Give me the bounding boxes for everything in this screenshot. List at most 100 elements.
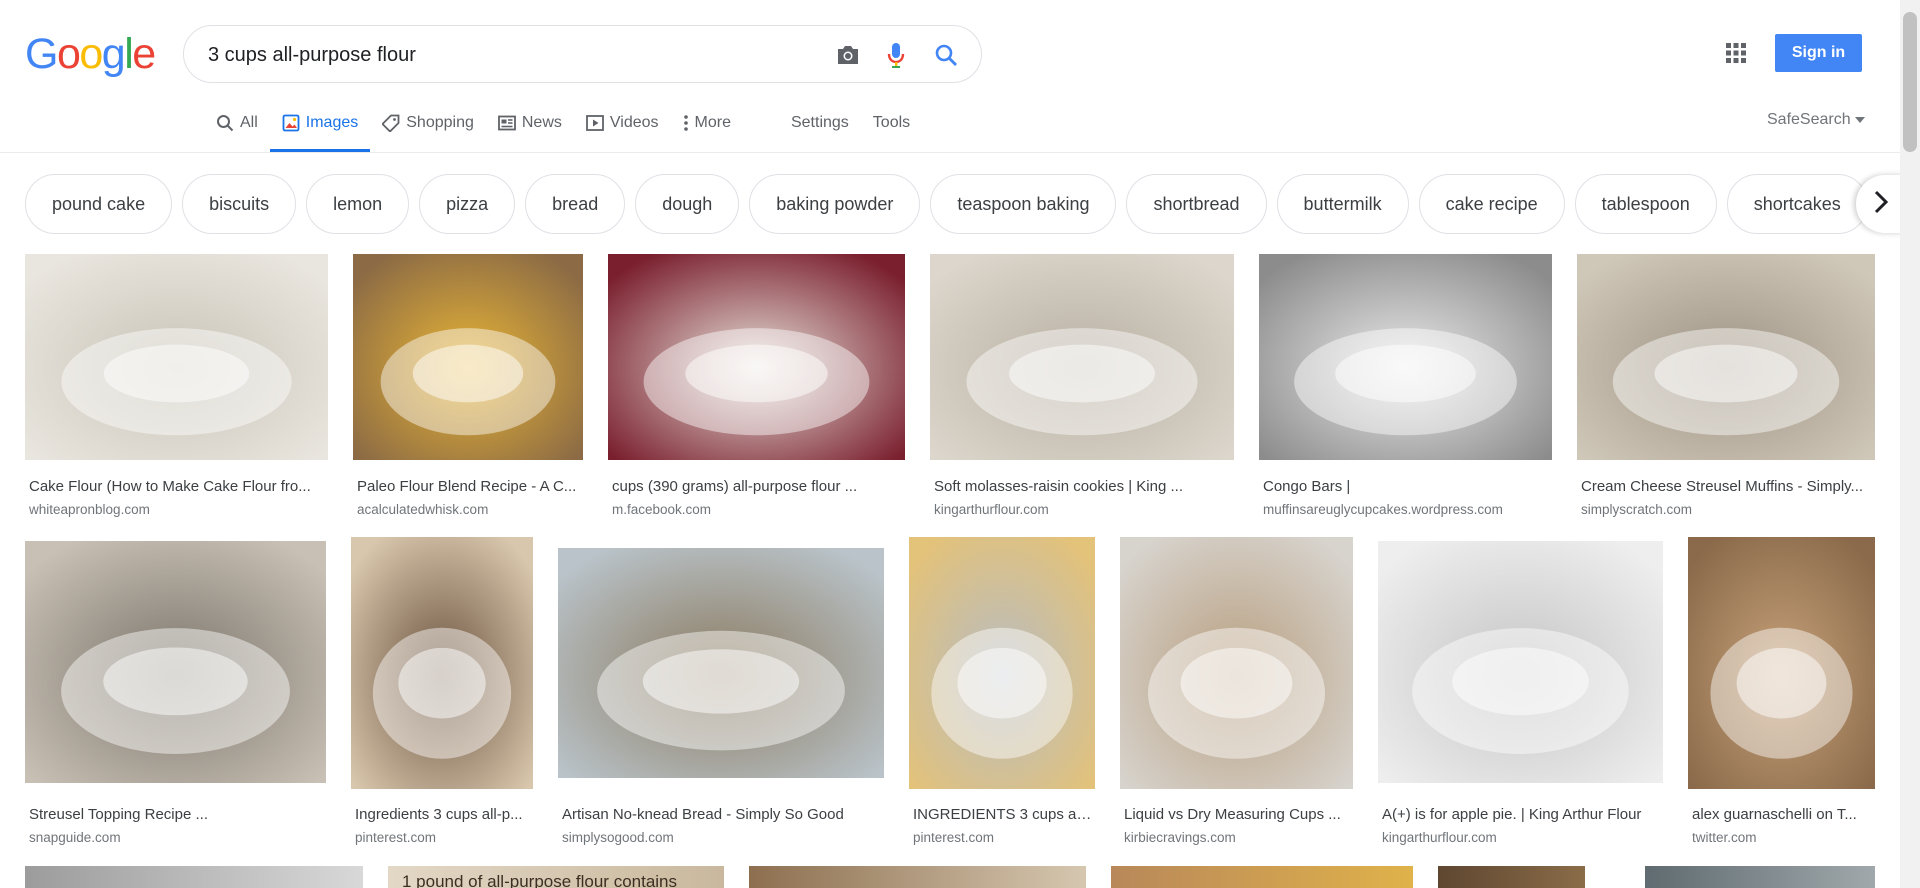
image-thumbnail[interactable] [351, 537, 533, 789]
tab-shopping[interactable]: Shopping [370, 104, 486, 152]
image-source[interactable]: whiteapronblog.com [29, 502, 326, 517]
related-search-chip[interactable]: lemon [306, 174, 410, 234]
related-search-chip[interactable]: shortbread [1126, 174, 1267, 234]
logo-letter: g [101, 30, 126, 78]
image-result[interactable]: Cake Flour (How to Make Cake Flour fro..… [25, 254, 328, 530]
image-source[interactable]: pinterest.com [355, 830, 531, 845]
image-result[interactable]: alex guarnaschelli on T... twitter.com [1688, 537, 1875, 858]
image-thumbnail-partial[interactable] [25, 866, 363, 888]
image-thumbnail[interactable] [930, 254, 1234, 460]
caret-down-icon [1854, 117, 1865, 123]
image-result[interactable]: A(+) is for apple pie. | King Arthur Flo… [1378, 541, 1663, 858]
image-thumbnail[interactable] [608, 254, 905, 460]
image-result[interactable]: cups (390 grams) all-purpose flour ... m.… [608, 254, 905, 530]
image-caption[interactable]: INGREDIENTS 3 cups all... [913, 806, 1093, 823]
related-search-chip[interactable]: pizza [419, 174, 516, 234]
image-caption[interactable]: Paleo Flour Blend Recipe - A C... [357, 478, 581, 495]
image-thumbnail[interactable] [353, 254, 583, 460]
image-source[interactable]: snapguide.com [29, 830, 324, 845]
image-thumbnail-partial[interactable] [1645, 866, 1875, 888]
related-search-chip[interactable]: cake recipe [1418, 174, 1565, 234]
image-caption[interactable]: Congo Bars | [1263, 478, 1550, 495]
image-result[interactable]: Soft molasses-raisin cookies | King ... k… [930, 254, 1234, 530]
related-search-chip[interactable]: shortcakes [1726, 174, 1868, 234]
image-source[interactable]: kingarthurflour.com [934, 502, 1232, 517]
tab-news[interactable]: News [486, 104, 574, 152]
related-search-chip[interactable]: dough [635, 174, 740, 234]
tab-images[interactable]: Images [269, 104, 371, 152]
image-thumbnail[interactable] [1378, 541, 1663, 783]
image-source[interactable]: pinterest.com [913, 830, 1093, 845]
related-search-chip[interactable]: pound cake [25, 174, 173, 234]
image-thumbnail[interactable] [1577, 254, 1875, 460]
image-result[interactable]: Paleo Flour Blend Recipe - A C... acalcul… [353, 254, 583, 530]
tab-label: Shopping [406, 114, 474, 131]
image-thumbnail[interactable] [1120, 537, 1353, 789]
tools-link[interactable]: Tools [861, 104, 922, 152]
search-icon[interactable] [931, 40, 961, 70]
image-thumbnail-partial[interactable] [1111, 866, 1413, 888]
image-icon [282, 114, 300, 132]
tab-videos[interactable]: Videos [574, 104, 671, 152]
image-caption[interactable]: alex guarnaschelli on T... [1692, 806, 1873, 823]
tag-icon [382, 114, 400, 132]
image-result[interactable]: INGREDIENTS 3 cups all... pinterest.com [909, 537, 1095, 858]
image-thumbnail[interactable] [1259, 254, 1552, 460]
tab-label: All [240, 114, 258, 131]
image-result[interactable]: Liquid vs Dry Measuring Cups ... kirbiecr… [1120, 537, 1353, 858]
image-result[interactable]: Streusel Topping Recipe ... snapguide.com [25, 541, 326, 858]
tab-label: Videos [609, 114, 659, 131]
image-caption[interactable]: Cream Cheese Streusel Muffins - Simply..… [1581, 478, 1873, 495]
image-thumbnail[interactable] [25, 541, 326, 783]
related-search-chip[interactable]: biscuits [182, 174, 297, 234]
safesearch-dropdown[interactable]: SafeSearch [1767, 111, 1865, 129]
image-caption[interactable]: Soft molasses-raisin cookies | King ... [934, 478, 1232, 495]
image-source[interactable]: twitter.com [1692, 830, 1873, 845]
image-caption[interactable]: Ingredients 3 cups all-p... [355, 806, 531, 823]
related-search-chip[interactable]: buttermilk [1276, 174, 1409, 234]
search-input[interactable] [208, 40, 788, 70]
related-search-chip[interactable]: bread [525, 174, 626, 234]
image-thumbnail[interactable] [909, 537, 1095, 789]
image-result[interactable]: Artisan No-knead Bread - Simply So Good s… [558, 548, 884, 858]
sign-in-button[interactable]: Sign in [1775, 34, 1862, 72]
image-source[interactable]: simplysogood.com [562, 830, 882, 845]
logo-letter: o [79, 30, 103, 78]
image-source[interactable]: acalculatedwhisk.com [357, 502, 581, 517]
logo-letter: l [124, 30, 134, 78]
image-result[interactable]: Cream Cheese Streusel Muffins - Simply..… [1577, 254, 1875, 530]
image-source[interactable]: kingarthurflour.com [1382, 830, 1661, 845]
image-result[interactable]: Congo Bars | muffinsareuglycupcakes.wordp… [1259, 254, 1552, 530]
image-thumbnail[interactable] [558, 548, 884, 778]
safesearch-label: SafeSearch [1767, 111, 1851, 128]
apps-grid-icon[interactable] [1724, 41, 1748, 65]
image-source[interactable]: m.facebook.com [612, 502, 903, 517]
related-search-chip[interactable]: baking powder [749, 174, 921, 234]
related-search-chip[interactable]: tablespoon [1574, 174, 1717, 234]
image-thumbnail[interactable] [25, 254, 328, 460]
camera-icon[interactable] [833, 40, 863, 70]
microphone-icon[interactable] [881, 40, 911, 70]
image-source[interactable]: kirbiecravings.com [1124, 830, 1351, 845]
image-caption[interactable]: A(+) is for apple pie. | King Arthur Flo… [1382, 806, 1661, 823]
chips-next-button[interactable] [1856, 175, 1906, 233]
image-caption[interactable]: Streusel Topping Recipe ... [29, 806, 324, 823]
image-caption[interactable]: Artisan No-knead Bread - Simply So Good [562, 806, 882, 823]
image-result[interactable]: Ingredients 3 cups all-p... pinterest.com [351, 537, 533, 858]
scrollbar-thumb[interactable] [1903, 12, 1917, 152]
related-searches-chips: pound cake biscuits lemon pizza bread dough ba… [25, 174, 1905, 234]
settings-link[interactable]: Settings [779, 104, 861, 152]
tab-all[interactable]: All [204, 104, 270, 152]
image-thumbnail-partial[interactable] [1438, 866, 1585, 888]
related-search-chip[interactable]: teaspoon baking [930, 174, 1117, 234]
image-caption[interactable]: Liquid vs Dry Measuring Cups ... [1124, 806, 1351, 823]
tab-more[interactable]: More [671, 104, 743, 152]
google-logo[interactable]: Google [25, 30, 156, 78]
image-thumbnail[interactable] [1688, 537, 1875, 789]
image-caption[interactable]: Cake Flour (How to Make Cake Flour fro..… [29, 478, 326, 495]
image-source[interactable]: muffinsareuglycupcakes.wordpress.com [1263, 502, 1550, 517]
image-source[interactable]: simplyscratch.com [1581, 502, 1873, 517]
image-caption[interactable]: cups (390 grams) all-purpose flour ... [612, 478, 903, 495]
image-thumbnail-partial[interactable]: 1 pound of all-purpose flour contains [388, 866, 724, 888]
image-thumbnail-partial[interactable] [749, 866, 1086, 888]
